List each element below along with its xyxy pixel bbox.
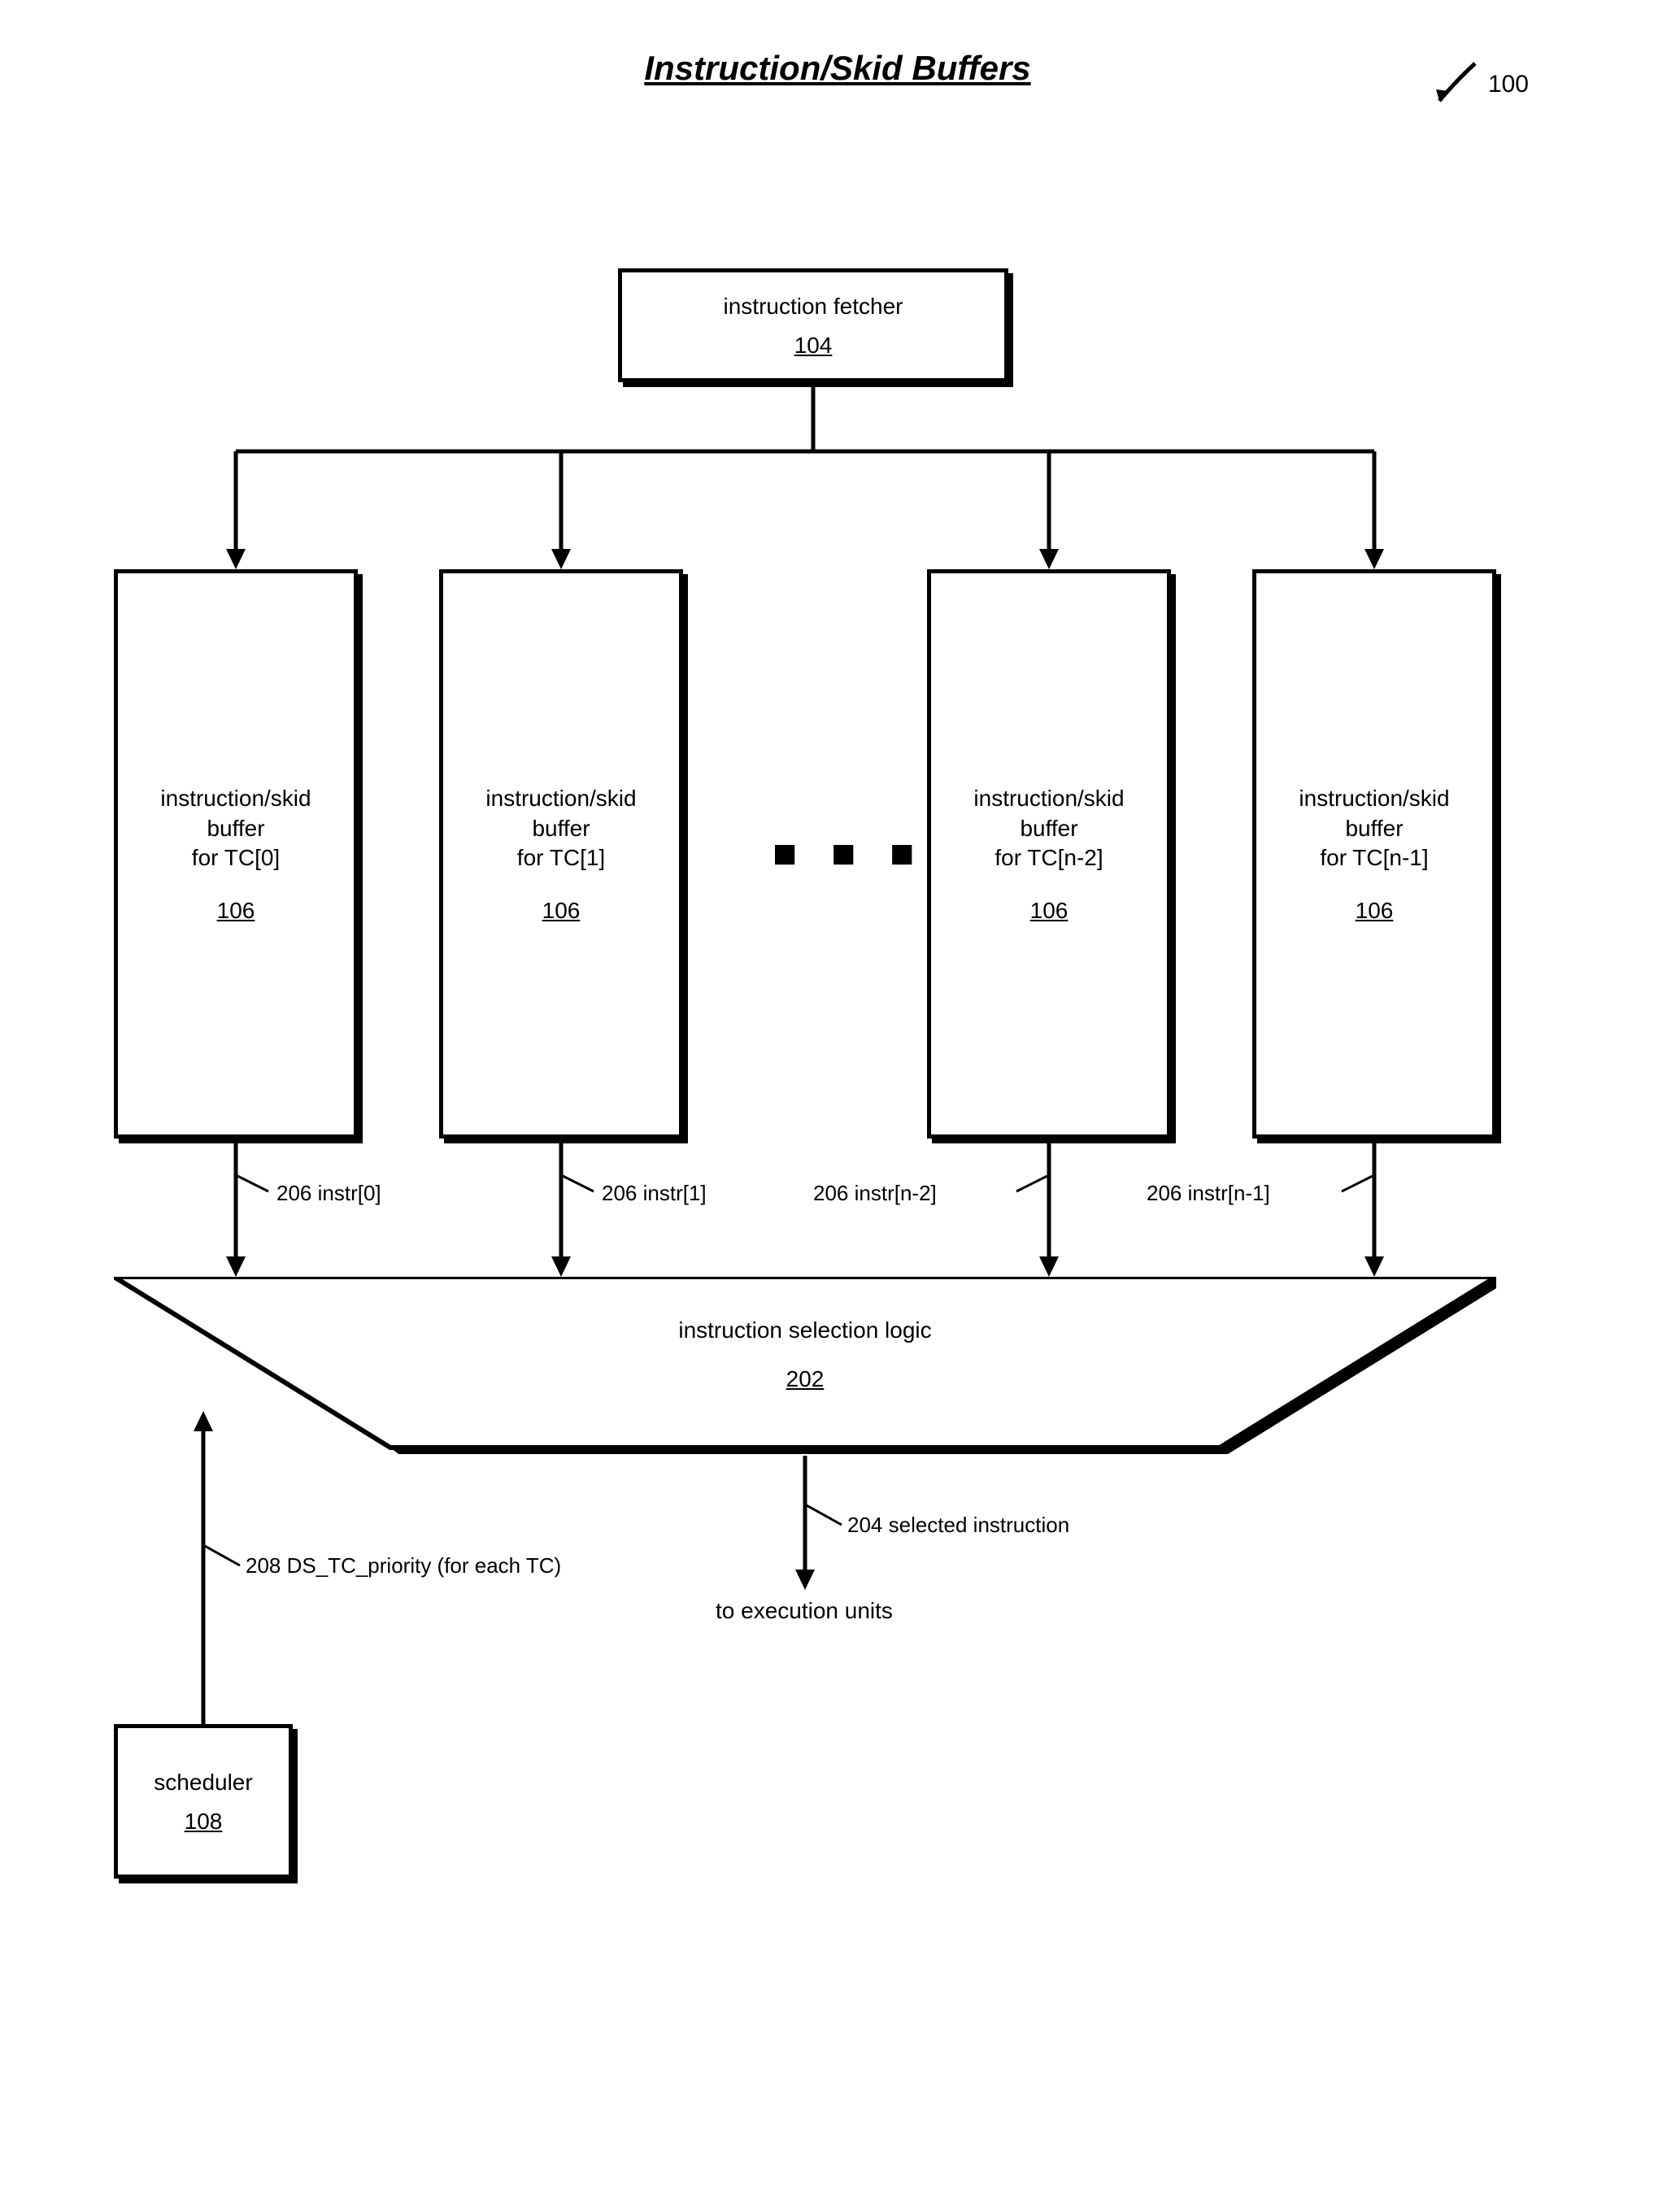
mux-output-arrow [98, 1456, 1578, 1602]
diagram-title: Instruction/Skid Buffers [644, 49, 1030, 88]
buffer-tc1-num: 106 [542, 898, 581, 924]
buffer-tc1-line2: buffer [532, 814, 590, 843]
instruction-selection-logic-mux: instruction selection logic 202 [114, 1277, 1496, 1456]
buffer-tc1-line3: for TC[1] [517, 843, 605, 873]
buffers-to-mux-arrows [98, 1143, 1578, 1281]
fetcher-num: 104 [794, 333, 833, 359]
ellipsis-dots: ■ ■ ■ [773, 830, 925, 877]
buffer-tc0-line3: for TC[0] [192, 843, 280, 873]
priority-label: 208 DS_TC_priority (for each TC) [246, 1553, 561, 1578]
scheduler-box: scheduler 108 [114, 1724, 293, 1879]
scheduler-num: 108 [185, 1809, 223, 1835]
fetcher-label: instruction fetcher [724, 292, 903, 321]
reference-arrow: 100 [1426, 57, 1529, 114]
reference-number: 100 [1488, 71, 1529, 98]
buffer-tcn2-line1: instruction/skid [973, 784, 1124, 813]
selected-instruction-label: 204 selected instruction [847, 1513, 1069, 1538]
mux-num: 202 [786, 1366, 825, 1392]
buffer-tc0-line2: buffer [207, 814, 264, 843]
buffer-tc0-num: 106 [217, 898, 255, 924]
instruction-fetcher-box: instruction fetcher 104 [618, 268, 1008, 382]
buffer-tcn1-line1: instruction/skid [1299, 784, 1449, 813]
buffer-tcn2-line3: for TC[n-2] [995, 843, 1103, 873]
instr1-label: 206 instr[1] [602, 1181, 707, 1206]
buffer-tc1-line1: instruction/skid [485, 784, 636, 813]
scheduler-label: scheduler [154, 1768, 252, 1797]
mux-label: instruction selection logic [678, 1317, 931, 1343]
buffer-tcn1-line2: buffer [1345, 814, 1403, 843]
buffer-tc0-box: instruction/skid buffer for TC[0] 106 [114, 569, 358, 1139]
buffer-tcn2-line2: buffer [1020, 814, 1077, 843]
instr0-label: 206 instr[0] [276, 1181, 381, 1206]
buffer-tcn2-box: instruction/skid buffer for TC[n-2] 106 [927, 569, 1171, 1139]
fetcher-to-buffers-arrows [98, 386, 1578, 581]
buffer-tc1-box: instruction/skid buffer for TC[1] 106 [439, 569, 683, 1139]
to-execution-units-label: to execution units [716, 1598, 893, 1624]
buffer-tcn1-num: 106 [1356, 898, 1394, 924]
buffer-tcn2-num: 106 [1030, 898, 1068, 924]
instrn1-label: 206 instr[n-1] [1147, 1181, 1270, 1206]
buffer-tcn1-line3: for TC[n-1] [1320, 843, 1428, 873]
buffer-tcn1-box: instruction/skid buffer for TC[n-1] 106 [1252, 569, 1496, 1139]
buffer-tc0-line1: instruction/skid [160, 784, 311, 813]
instrn2-label: 206 instr[n-2] [813, 1181, 937, 1206]
